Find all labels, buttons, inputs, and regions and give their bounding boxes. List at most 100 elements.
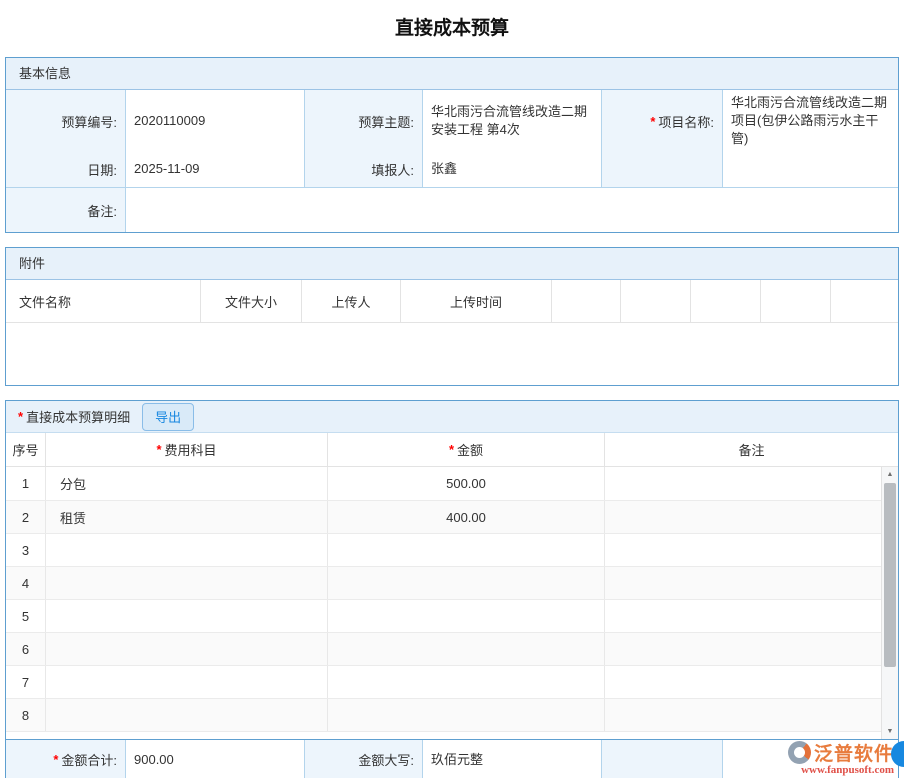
amount-cell[interactable] — [327, 633, 604, 665]
amount-words-field[interactable]: 玖佰元整 — [422, 740, 601, 778]
table-row: 8 — [6, 698, 898, 731]
amount-cell[interactable]: 500.00 — [327, 467, 604, 500]
total-amount-field[interactable]: 900.00 — [125, 740, 304, 778]
attachments-section-title: 附件 — [6, 248, 898, 280]
vertical-scrollbar[interactable]: ▲ ▼ — [881, 467, 898, 739]
vendor-logo-text: 泛普软件 — [813, 744, 894, 765]
remark-label: 备注: — [6, 188, 125, 232]
detail-table-body: 1 分包 500.00 2 租赁 400.00 3 4 5 6 7 8 ▲ ▼ — [6, 467, 898, 739]
amount-cell[interactable] — [327, 699, 604, 731]
table-row: 2 租赁 400.00 — [6, 500, 898, 533]
remark-cell[interactable] — [604, 534, 898, 566]
subject-cell[interactable]: 分包 — [45, 467, 327, 500]
subject-cell[interactable] — [45, 567, 327, 599]
col-file-name: 文件名称 — [6, 280, 201, 322]
scrollbar-thumb[interactable] — [884, 483, 896, 667]
page: 直接成本预算 基本信息 预算编号: 2020110009 预算主题: 华北雨污合… — [0, 0, 904, 778]
subject-cell[interactable] — [45, 699, 327, 731]
amount-cell[interactable] — [327, 534, 604, 566]
amount-cell[interactable] — [327, 600, 604, 632]
fanpu-logo-icon — [787, 741, 811, 764]
remark-cell[interactable] — [604, 567, 898, 599]
remark-cell[interactable] — [604, 467, 898, 500]
scroll-down-icon[interactable]: ▼ — [882, 724, 898, 739]
amount-cell[interactable] — [327, 666, 604, 698]
detail-titlebar: * 直接成本预算明细 导出 — [6, 401, 898, 433]
reporter-field[interactable]: 张鑫 — [422, 151, 601, 187]
row-index: 1 — [21, 476, 30, 491]
attachments-empty-body — [6, 323, 898, 385]
empty-value-cell — [722, 151, 898, 187]
remark-cell[interactable] — [604, 633, 898, 665]
budget-no-label: 预算编号: — [6, 90, 125, 152]
basic-info-row-1: 预算编号: 2020110009 预算主题: 华北雨污合流管线改造二期安装工程 … — [6, 90, 898, 152]
required-icon: * — [53, 752, 59, 767]
subject-cell[interactable] — [45, 666, 327, 698]
vendor-logo: 泛普软件 www.fanpusoft.com — [787, 739, 894, 776]
table-row: 5 — [6, 599, 898, 632]
col-empty-5 — [831, 280, 898, 322]
table-row: 4 — [6, 566, 898, 599]
empty-label-cell — [601, 151, 722, 187]
project-name-label-text: 项目名称: — [658, 114, 714, 130]
subject-cell[interactable] — [45, 534, 327, 566]
detail-col-amount: * 金额 — [327, 433, 604, 466]
col-uploader: 上传人 — [302, 280, 401, 322]
detail-col-amount-text: 金额 — [457, 443, 484, 458]
col-empty-3 — [691, 280, 761, 322]
budget-no-field[interactable]: 2020110009 — [125, 90, 304, 152]
date-label: 日期: — [6, 151, 125, 187]
amount-words-label: 金额大写: — [304, 740, 422, 778]
table-row: 6 — [6, 632, 898, 665]
col-empty-2 — [621, 280, 691, 322]
row-index: 5 — [21, 608, 30, 624]
col-file-size: 文件大小 — [201, 280, 302, 322]
scroll-up-icon[interactable]: ▲ — [882, 467, 898, 482]
table-row: 7 — [6, 665, 898, 698]
detail-section-title: 直接成本预算明细 — [26, 410, 131, 425]
amount-cell[interactable] — [327, 567, 604, 599]
attachments-section: 附件 文件名称 文件大小 上传人 上传时间 — [5, 247, 899, 386]
basic-info-section: 基本信息 预算编号: 2020110009 预算主题: 华北雨污合流管线改造二期… — [5, 57, 899, 233]
basic-info-row-3: 备注: — [6, 187, 898, 232]
required-icon: * — [18, 409, 24, 424]
col-upload-time: 上传时间 — [401, 280, 552, 322]
table-row: 1 分包 500.00 — [6, 467, 898, 500]
detail-col-remark: 备注 — [604, 433, 898, 466]
detail-col-index: 序号 — [12, 443, 39, 458]
remark-cell[interactable] — [604, 666, 898, 698]
footer-empty-cell — [601, 740, 722, 778]
remark-cell[interactable] — [604, 699, 898, 731]
row-index: 8 — [21, 707, 30, 723]
detail-footer-row: * 金额合计: 900.00 金额大写: 玖佰元整 泛普软件 www.fanpu… — [6, 739, 898, 778]
amount-cell[interactable]: 400.00 — [327, 501, 604, 533]
remark-cell[interactable] — [604, 600, 898, 632]
total-amount-label: * 金额合计: — [6, 740, 125, 778]
detail-header-row: 序号 * 费用科目 * 金额 备注 — [6, 433, 898, 467]
remark-field[interactable] — [125, 188, 898, 232]
remark-cell[interactable] — [604, 501, 898, 533]
vendor-website: www.fanpusoft.com — [801, 764, 894, 776]
subject-cell[interactable] — [45, 600, 327, 632]
row-index: 4 — [21, 575, 30, 591]
required-icon: * — [156, 442, 162, 457]
row-index: 7 — [21, 674, 30, 690]
detail-col-subject: * 费用科目 — [45, 433, 327, 466]
export-button[interactable]: 导出 — [142, 402, 195, 431]
page-title: 直接成本预算 — [394, 18, 509, 39]
total-amount-label-text: 金额合计: — [61, 753, 117, 768]
subject-cell[interactable]: 租赁 — [45, 501, 327, 533]
vendor-logo-cell: 泛普软件 www.fanpusoft.com — [722, 740, 898, 778]
basic-info-section-title: 基本信息 — [6, 58, 898, 90]
subject-cell[interactable] — [45, 633, 327, 665]
attachments-header-row: 文件名称 文件大小 上传人 上传时间 — [6, 280, 898, 323]
project-name-field[interactable]: 华北雨污合流管线改造二期项目(包伊公路雨污水主干管) — [722, 90, 898, 152]
table-row: 3 — [6, 533, 898, 566]
row-index: 3 — [21, 542, 30, 558]
col-empty-1 — [552, 280, 621, 322]
partial-row — [6, 731, 898, 739]
date-field[interactable]: 2025-11-09 — [125, 151, 304, 187]
required-icon: * — [448, 442, 455, 457]
reporter-label: 填报人: — [304, 151, 422, 187]
budget-subject-field[interactable]: 华北雨污合流管线改造二期安装工程 第4次 — [422, 90, 601, 152]
